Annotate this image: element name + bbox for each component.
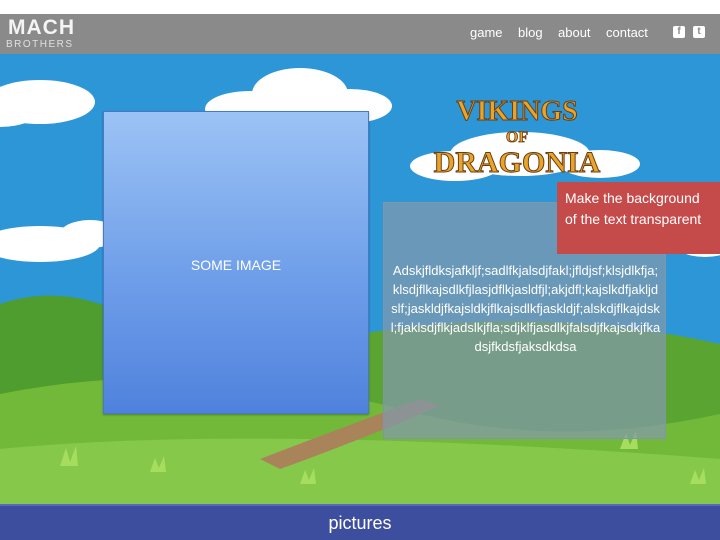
top-strip <box>0 0 720 14</box>
logo[interactable]: MACH BROTHERS <box>6 17 76 51</box>
logo-line-1: MACH <box>8 16 75 39</box>
facebook-icon[interactable]: f <box>673 26 685 38</box>
nav-game[interactable]: game <box>470 25 503 41</box>
cloud-lower-left <box>0 220 120 262</box>
footer-label[interactable]: pictures <box>328 513 391 533</box>
image-placeholder: SOME IMAGE <box>103 111 369 414</box>
twitter-icon[interactable]: t <box>693 26 705 38</box>
annotation-text: Make the background of the text transpar… <box>565 190 702 227</box>
svg-text:VIKINGS: VIKINGS <box>456 96 577 127</box>
nav-blog[interactable]: blog <box>518 25 543 41</box>
nav-contact[interactable]: contact <box>606 25 648 41</box>
footer: pictures <box>0 504 720 540</box>
svg-text:DRAGONIA: DRAGONIA <box>434 146 601 179</box>
svg-text:OF: OF <box>506 129 528 146</box>
image-placeholder-label: SOME IMAGE <box>190 257 282 273</box>
cloud-left <box>0 80 95 127</box>
annotation-note: Make the background of the text transpar… <box>557 182 720 254</box>
navbar: MACH BROTHERS game blog about contact f … <box>0 14 720 54</box>
game-title-logo: VIKINGS OF DRAGONIA <box>433 96 601 180</box>
nav-about[interactable]: about <box>558 25 591 41</box>
logo-line-2: BROTHERS <box>6 39 74 50</box>
body-text: Adskjfldksjafkljf;sadlfkjalsdjfakl;jfldj… <box>390 263 661 354</box>
